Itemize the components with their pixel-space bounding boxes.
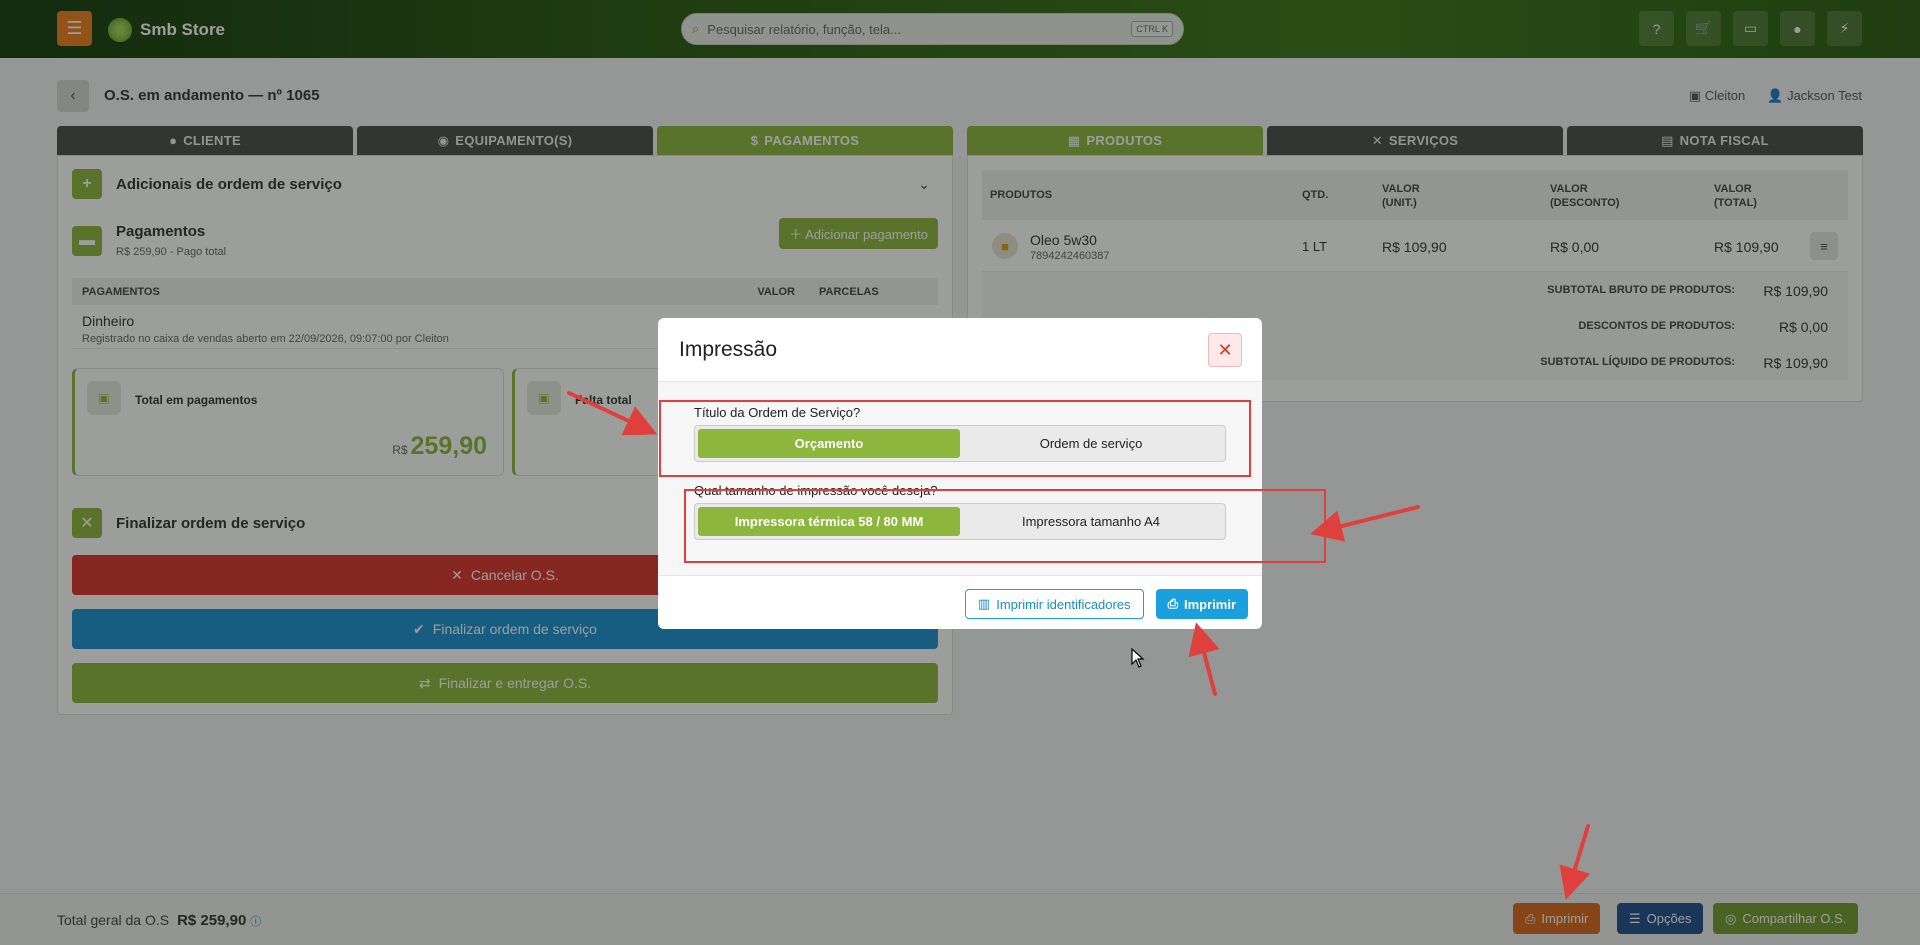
close-icon[interactable]: ✕ xyxy=(1208,333,1242,367)
mouse-cursor-icon xyxy=(1131,648,1145,668)
modal-title: Impressão xyxy=(679,338,778,361)
annotation-box-title xyxy=(659,400,1251,477)
print-identifiers-button[interactable]: ▥ Imprimir identificadores xyxy=(964,589,1144,619)
annotation-box-size xyxy=(684,489,1326,563)
printer-icon: ⎙ xyxy=(1167,596,1178,611)
modal-print-button[interactable]: ⎙ Imprimir xyxy=(1155,589,1248,619)
barcode-icon: ▥ xyxy=(977,596,991,611)
